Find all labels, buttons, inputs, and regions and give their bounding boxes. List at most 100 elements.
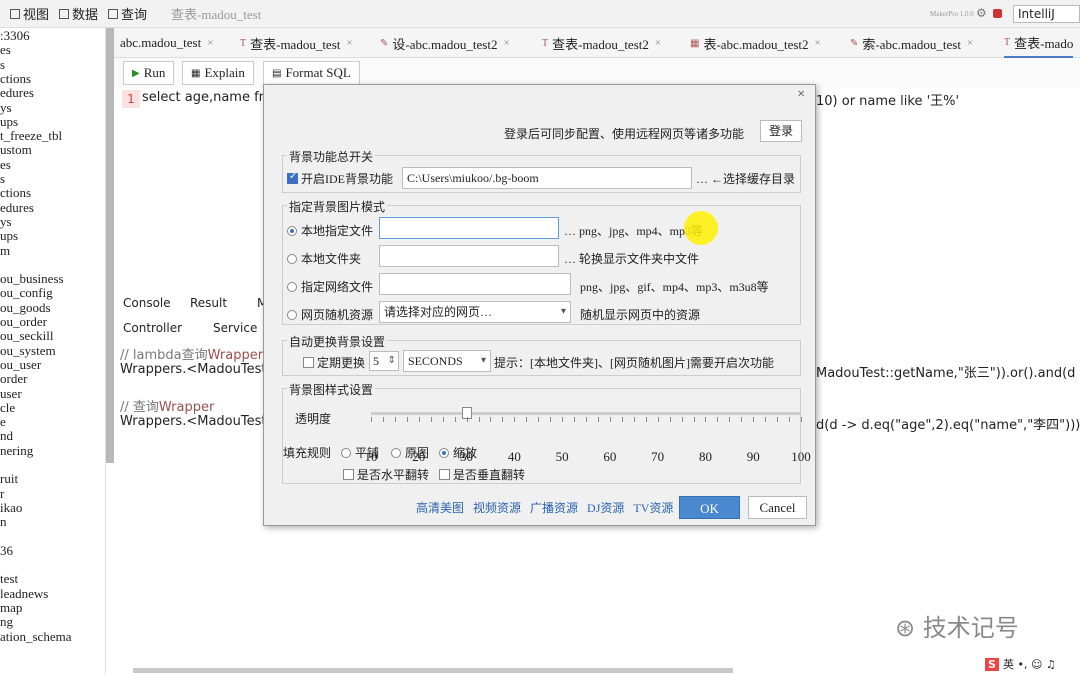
tree-item[interactable]: es: [0, 157, 11, 172]
tree-item[interactable]: ou_seckill: [0, 329, 53, 343]
tree-item[interactable]: ruit: [0, 472, 18, 486]
tree-item[interactable]: :3306: [0, 29, 30, 43]
cancel-button[interactable]: Cancel: [748, 496, 807, 519]
tab-result[interactable]: Result: [190, 296, 227, 310]
ok-button[interactable]: OK: [679, 496, 740, 519]
opacity-slider[interactable]: [371, 407, 801, 419]
link-video[interactable]: 视频资源: [473, 501, 521, 515]
tree-item[interactable]: nd: [0, 429, 13, 443]
tree-item[interactable]: cle: [0, 400, 15, 415]
tree-item[interactable]: ou_config: [0, 286, 53, 300]
close-icon[interactable]: ×: [797, 87, 805, 103]
radio-network-file[interactable]: 指定网络文件: [287, 278, 373, 295]
tree-scrollbar[interactable]: [106, 28, 114, 463]
radio-fill-scale[interactable]: 缩放: [439, 444, 477, 461]
ide-select[interactable]: IntelliJ: [1013, 5, 1080, 23]
tab-design-madou-test2[interactable]: ✎ 设-abc.madou_test2 ×: [380, 28, 510, 58]
close-icon[interactable]: ×: [815, 37, 821, 49]
tree-item[interactable]: ng: [0, 615, 13, 629]
link-dj[interactable]: DJ资源: [587, 501, 624, 515]
punctuation-icon[interactable]: •,: [1017, 658, 1027, 671]
tree-item[interactable]: ups: [0, 229, 18, 243]
close-icon[interactable]: ×: [967, 37, 973, 49]
tree-item[interactable]: ou_order: [0, 315, 47, 329]
gear-icon[interactable]: ⚙: [976, 6, 987, 21]
tab-query-madou-test[interactable]: T 查表-madou_test ×: [240, 28, 353, 58]
radio-fill-tile[interactable]: 平铺: [341, 444, 379, 461]
tree-item[interactable]: ustom: [0, 143, 32, 157]
radio-fill-original[interactable]: 原图: [391, 444, 429, 461]
explain-button[interactable]: ▦ Explain: [182, 61, 254, 85]
run-button[interactable]: ▶ Run: [123, 61, 175, 85]
tree-item[interactable]: map: [0, 601, 22, 615]
local-file-input[interactable]: [379, 217, 559, 239]
tree-item[interactable]: n: [0, 515, 7, 529]
tree-item[interactable]: ou_goods: [0, 300, 51, 315]
link-tv[interactable]: TV资源: [633, 501, 673, 515]
close-icon[interactable]: ×: [346, 37, 352, 49]
menu-query[interactable]: 查询: [108, 4, 147, 23]
radio-local-folder[interactable]: 本地文件夹: [287, 250, 361, 267]
plugin-icon[interactable]: [993, 9, 1002, 18]
tree-item[interactable]: e: [0, 415, 6, 429]
tree-item[interactable]: ups: [0, 114, 18, 129]
local-file-hint[interactable]: … png、jpg、mp4、mp3等: [564, 222, 703, 239]
menu-view[interactable]: 视图: [10, 4, 49, 23]
tree-item[interactable]: edures: [0, 200, 34, 215]
radio-local-file[interactable]: 本地指定文件: [287, 222, 373, 239]
interval-unit-select[interactable]: SECONDS: [403, 350, 491, 372]
tree-item[interactable]: order: [0, 372, 27, 386]
tab-table-madou-test2[interactable]: ▦ 表-abc.madou_test2 ×: [690, 28, 821, 58]
tree-item[interactable]: ikao: [0, 500, 22, 515]
tree-item[interactable]: ctions: [0, 71, 31, 86]
tab-abc-madou-test[interactable]: abc.madou_test ×: [120, 28, 213, 58]
close-icon[interactable]: ×: [503, 37, 509, 49]
interval-spinner[interactable]: 5: [369, 351, 399, 371]
link-radio[interactable]: 广播资源: [530, 501, 578, 515]
tree-item[interactable]: nering: [0, 443, 33, 458]
timer-checkbox[interactable]: 定期更换: [303, 354, 365, 371]
link-hd-images[interactable]: 高清美图: [416, 501, 464, 515]
flip-vertical-checkbox[interactable]: 是否垂直翻转: [439, 466, 525, 483]
menu-data[interactable]: 数据: [59, 4, 98, 23]
tree-item[interactable]: ou_business: [0, 272, 64, 286]
tree-item[interactable]: m: [0, 243, 10, 258]
tree-item[interactable]: s: [0, 57, 5, 72]
tree-item[interactable]: 36: [0, 543, 13, 558]
mic-icon[interactable]: ♫: [1046, 658, 1056, 671]
tab-controller[interactable]: Controller: [123, 321, 182, 335]
radio-web-random[interactable]: 网页随机资源: [287, 306, 373, 323]
close-icon[interactable]: ×: [207, 37, 213, 49]
local-folder-hint[interactable]: … 轮换显示文件夹中文件: [564, 250, 699, 267]
sogou-icon[interactable]: S: [985, 658, 999, 671]
tree-item[interactable]: ation_schema: [0, 629, 71, 644]
cache-path-field[interactable]: C:\Users\miukoo/.bg-boom: [402, 167, 692, 189]
flip-horizontal-checkbox[interactable]: 是否水平翻转: [343, 466, 429, 483]
local-folder-input[interactable]: [379, 245, 559, 267]
horizontal-scrollbar[interactable]: [133, 668, 733, 673]
tree-item[interactable]: ou_system: [0, 343, 56, 358]
login-button[interactable]: 登录: [760, 120, 802, 142]
tree-item[interactable]: r: [0, 486, 4, 501]
network-file-input[interactable]: [379, 273, 571, 295]
tree-item[interactable]: ys: [0, 100, 12, 115]
tree-item[interactable]: test: [0, 572, 18, 586]
tab-service[interactable]: Service: [213, 321, 257, 335]
tree-item[interactable]: t_freeze_tbl: [0, 129, 62, 143]
tree-item[interactable]: s: [0, 172, 5, 186]
tab-console[interactable]: Console: [123, 296, 171, 310]
tree-item[interactable]: user: [0, 386, 22, 401]
tab-index-madou-test[interactable]: ✎ 索-abc.madou_test ×: [850, 28, 973, 58]
tree-item[interactable]: edures: [0, 86, 34, 100]
format-sql-button[interactable]: ▤ Format SQL: [263, 61, 360, 85]
tree-item[interactable]: es: [0, 43, 11, 57]
emoji-icon[interactable]: ☺: [1031, 658, 1042, 671]
tab-query-madou-test2[interactable]: T 查表-madou_test2 ×: [542, 28, 661, 58]
tab-query-mado-active[interactable]: T 查表-mado: [1004, 28, 1074, 58]
close-icon[interactable]: ×: [655, 37, 661, 49]
tree-item[interactable]: ou_user: [0, 357, 41, 372]
enable-bg-checkbox[interactable]: 开启IDE背景功能: [287, 170, 393, 187]
tree-item[interactable]: ys: [0, 214, 12, 229]
web-source-select[interactable]: 请选择对应的网页…: [379, 301, 571, 323]
tree-item[interactable]: ctions: [0, 186, 31, 200]
